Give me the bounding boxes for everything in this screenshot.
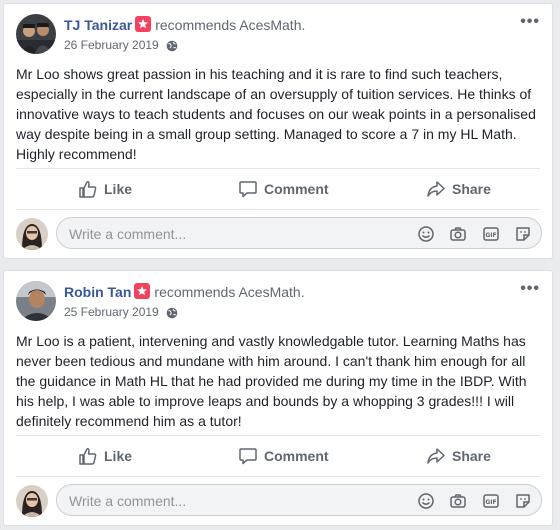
post-text: Mr Loo shows great passion in his teachi… [16,66,536,162]
comment-tools: GIF [408,491,533,511]
like-label: Like [104,448,133,464]
comment-input-box: GIF [56,484,542,516]
more-options-icon[interactable]: ••• [520,281,540,297]
author-avatar[interactable] [16,14,56,54]
current-user-avatar[interactable] [16,218,48,250]
like-button[interactable]: Like [78,169,132,209]
post-timestamp-row: 26 February 2019 [64,37,510,56]
share-button[interactable]: Share [426,169,491,209]
recommends-text: recommends AcesMath. [155,17,306,33]
post-header: Robin Tan recommends AcesMath. 25 Februar… [16,281,540,323]
comment-tools: GIF [408,224,533,244]
comment-input-box: GIF [56,217,542,249]
camera-icon[interactable] [448,224,468,244]
like-button[interactable]: Like [78,436,132,476]
share-icon [427,448,445,464]
like-icon [79,448,97,465]
comment-button[interactable]: Comment [238,436,329,476]
more-options-icon[interactable]: ••• [520,14,540,30]
emoji-icon[interactable] [416,491,436,511]
author-name[interactable]: TJ Tanizar [64,17,132,33]
comment-input[interactable] [67,491,401,511]
emoji-icon[interactable] [416,224,436,244]
comment-input[interactable] [67,224,401,244]
post-card: TJ Tanizar recommends AcesMath. 26 Februa… [3,3,553,259]
post-meta: TJ Tanizar recommends AcesMath. 26 Februa… [64,16,510,56]
share-label: Share [452,181,491,197]
globe-icon[interactable] [166,40,178,56]
like-label: Like [104,181,133,197]
sticker-icon[interactable] [513,491,533,511]
comment-composer: GIF [16,483,542,519]
author-avatar[interactable] [16,281,56,321]
post-timestamp-row: 25 February 2019 [64,304,510,323]
comment-icon [239,448,257,465]
comment-composer: GIF [16,216,542,252]
post-card: Robin Tan recommends AcesMath. 25 Februar… [3,270,553,526]
globe-icon[interactable] [166,307,178,323]
current-user-avatar[interactable] [16,485,48,517]
svg-text:GIF: GIF [485,499,496,506]
post-text: Mr Loo is a patient, intervening and vas… [16,333,527,429]
svg-text:GIF: GIF [485,232,496,239]
recommend-badge-icon [134,283,151,299]
post-actions-bar: Like Comment Share [16,435,540,477]
gif-icon[interactable]: GIF [481,224,501,244]
share-icon [427,181,445,197]
comment-icon [239,181,257,198]
sticker-icon[interactable] [513,224,533,244]
comment-button[interactable]: Comment [238,169,329,209]
post-date[interactable]: 26 February 2019 [64,38,159,52]
post-date[interactable]: 25 February 2019 [64,305,159,319]
recommends-text: recommends AcesMath. [154,284,305,300]
post-actions-bar: Like Comment Share [16,168,540,210]
comment-label: Comment [264,181,329,197]
post-meta: Robin Tan recommends AcesMath. 25 Februar… [64,283,510,323]
gif-icon[interactable]: GIF [481,491,501,511]
recommend-badge-icon [135,16,152,32]
share-label: Share [452,448,491,464]
post-headline: TJ Tanizar recommends AcesMath. [64,16,510,34]
post-headline: Robin Tan recommends AcesMath. [64,283,510,301]
share-button[interactable]: Share [426,436,491,476]
comment-label: Comment [264,448,329,464]
author-name[interactable]: Robin Tan [64,284,131,300]
post-header: TJ Tanizar recommends AcesMath. 26 Februa… [16,14,540,56]
like-icon [79,181,97,198]
camera-icon[interactable] [448,491,468,511]
